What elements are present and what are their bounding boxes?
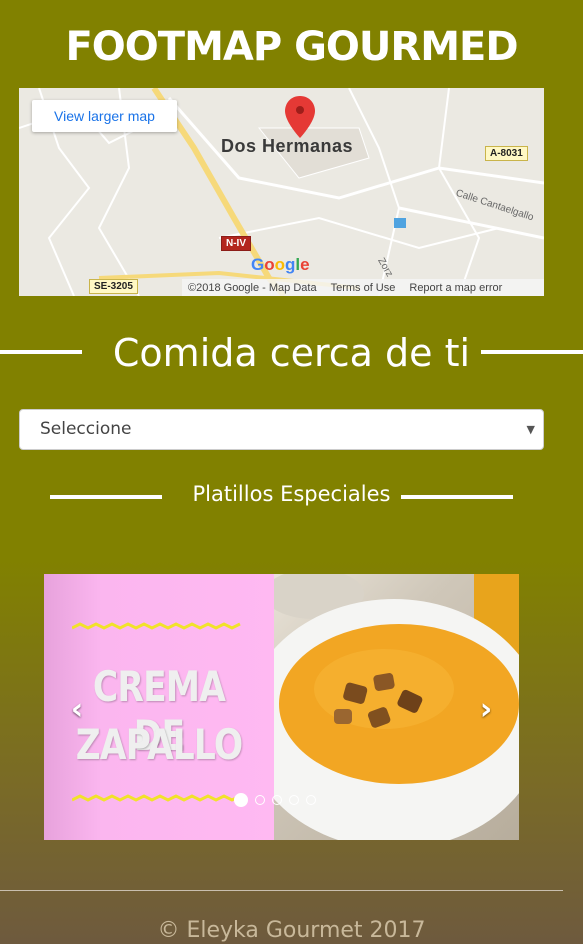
zigzag-decoration	[72, 622, 241, 630]
google-logo: Google	[251, 255, 310, 274]
footer-divider	[0, 890, 563, 891]
specials-heading-text: Platillos Especiales	[192, 482, 391, 506]
road-shield-niv: N-IV	[221, 236, 251, 251]
specials-carousel[interactable]: CREMA DE ZAPALLO ‹ ›	[44, 574, 519, 840]
map-city-label: Dos Hermanas	[221, 136, 354, 156]
road-shield-se3205: SE-3205	[89, 279, 138, 294]
carousel-indicator[interactable]	[289, 795, 299, 805]
carousel-indicator[interactable]	[272, 795, 282, 805]
carousel-indicator[interactable]	[234, 793, 248, 807]
food-type-select[interactable]: Seleccione ▼	[19, 409, 544, 450]
nearby-heading-text: Comida cerca de ti	[112, 331, 471, 375]
zigzag-decoration	[72, 794, 241, 802]
map-copyright: ©2018 Google - Map Data	[188, 281, 317, 294]
select-value: Seleccione	[40, 419, 132, 439]
footer-copyright: © Eleyka Gourmet 2017	[157, 918, 426, 943]
carousel-prev-icon[interactable]: ‹	[62, 692, 92, 727]
road-shield-a8031: A-8031	[485, 146, 528, 161]
map-attribution: ©2018 Google - Map Data Terms of Use Rep…	[182, 279, 544, 296]
report-map-error-link[interactable]: Report a map error	[409, 282, 502, 294]
carousel-indicator[interactable]	[255, 795, 265, 805]
specials-heading: Platillos Especiales	[0, 478, 583, 510]
terms-of-use-link[interactable]: Terms of Use	[331, 282, 396, 294]
chevron-down-icon: ▼	[526, 423, 535, 436]
nearby-heading: Comida cerca de ti	[0, 328, 583, 378]
view-larger-map-button[interactable]: View larger map	[32, 100, 177, 132]
slide-title-line2: ZAPALLO	[75, 720, 243, 769]
map-embed[interactable]: View larger map Dos Hermanas A-8031 N-IV…	[19, 88, 544, 296]
carousel-indicators	[234, 793, 316, 807]
site-title: FOOTMAP GOURMED	[65, 24, 518, 70]
carousel-indicator[interactable]	[306, 795, 316, 805]
carousel-next-icon[interactable]: ›	[471, 692, 501, 727]
